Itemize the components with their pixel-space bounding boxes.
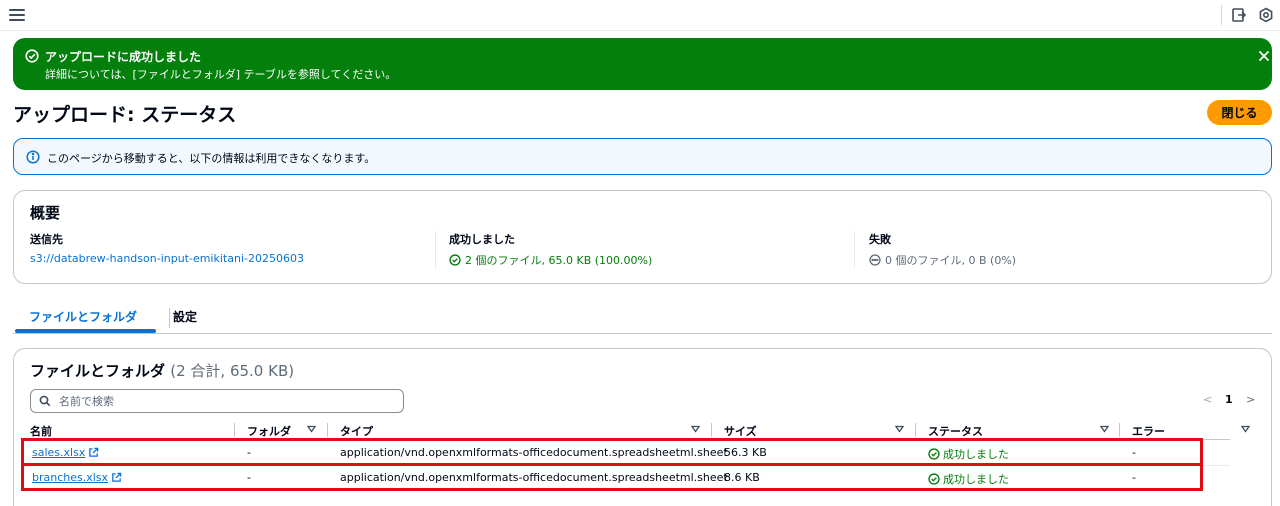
pending-circle-icon [869,254,881,266]
external-link-icon[interactable] [111,472,122,483]
type-cell: application/vnd.openxmlformats-officedoc… [340,446,728,459]
file-link[interactable]: branches.xlsx [32,471,108,484]
succeeded-value: 2 個のファイル, 65.0 KB (100.00%) [465,254,653,267]
status-text: 成功しました [943,448,1009,461]
file-name-cell: sales.xlsx [32,446,99,459]
table-row: branches.xlsx - application/vnd.openxmlf… [21,463,1203,491]
summary-panel: 概要 送信先 s3://databrew-handson-input-emiki… [13,190,1272,284]
check-circle-icon [449,254,461,266]
column-header-name[interactable]: 名前 [30,423,52,439]
close-icon[interactable] [1257,49,1271,63]
column-header-status[interactable]: ステータス [928,423,983,439]
sort-caret-icon[interactable] [1100,425,1109,433]
destination-column: 送信先 s3://databrew-handson-input-emikitan… [30,231,304,265]
sort-caret-icon[interactable] [307,425,316,433]
column-header-error[interactable]: エラー [1132,423,1165,439]
page-title: アップロード: ステータス [13,104,237,126]
destination-label: 送信先 [30,233,63,246]
files-heading-text: ファイルとフォルダ [30,362,166,380]
column-header-type[interactable]: タイプ [340,423,373,439]
search-icon [39,395,51,407]
size-cell: 56.3 KB [724,446,767,459]
topbar-separator [1221,5,1222,25]
files-table-panel: ファイルとフォルダ (2 合計, 65.0 KB) < 1 > 名前 フォルダ … [13,348,1272,506]
check-circle-icon [25,49,39,63]
column-separator [327,423,328,437]
failed-column: 失敗 0 個のファイル, 0 B (0%) [869,231,1016,268]
check-circle-icon [928,473,940,485]
info-message: このページから移動すると、以下の情報は利用できなくなります。 [47,152,376,165]
flash-message: 詳細については、[ファイルとフォルダ] テーブルを参照してください。 [45,68,397,81]
column-header-size[interactable]: サイズ [724,423,757,439]
sort-caret-icon[interactable] [1241,425,1250,433]
column-separator [915,423,916,437]
summary-divider [435,231,436,269]
type-cell: application/vnd.openxmlformats-officedoc… [340,471,728,484]
status-cell: 成功しました [928,471,1009,487]
prev-page-button[interactable]: < [1203,393,1212,406]
active-tab-indicator [15,329,156,333]
error-cell: - [1132,446,1136,459]
column-separator [711,423,712,437]
flash-title: アップロードに成功しました [45,50,202,64]
succeeded-column: 成功しました 2 個のファイル, 65.0 KB (100.00%) [449,231,652,268]
folder-cell: - [247,471,251,484]
failed-label: 失敗 [869,233,891,246]
tab-files-and-folders[interactable]: ファイルとフォルダ [29,308,137,325]
column-header-folder[interactable]: フォルダ [247,423,291,439]
tab-settings[interactable]: 設定 [173,308,197,325]
search-input[interactable] [59,392,394,410]
hamburger-icon[interactable] [9,6,25,24]
settings-icon[interactable] [1258,7,1274,23]
check-circle-icon [928,448,940,460]
file-link[interactable]: sales.xlsx [32,446,85,459]
file-name-cell: branches.xlsx [32,471,122,484]
success-flash: アップロードに成功しました 詳細については、[ファイルとフォルダ] テーブルを参… [13,38,1272,90]
sort-caret-icon[interactable] [691,425,700,433]
summary-divider [854,231,855,269]
search-box [30,389,404,413]
external-link-icon[interactable] [88,447,99,458]
succeeded-label: 成功しました [449,233,515,246]
files-count: (2 合計, 65.0 KB) [170,362,295,380]
folder-cell: - [247,446,251,459]
info-icon [26,150,40,164]
column-separator [1119,423,1120,437]
destination-link[interactable]: s3://databrew-handson-input-emikitani-20… [30,252,304,265]
failed-value: 0 個のファイル, 0 B (0%) [885,254,1017,267]
exit-panel-icon[interactable] [1231,7,1247,23]
error-cell: - [1132,471,1136,484]
info-alert: このページから移動すると、以下の情報は利用できなくなります。 [13,138,1272,175]
next-page-button[interactable]: > [1246,393,1255,406]
table-row: sales.xlsx - application/vnd.openxmlform… [21,438,1203,466]
files-heading: ファイルとフォルダ (2 合計, 65.0 KB) [30,360,294,381]
close-button[interactable]: 閉じる [1207,100,1272,125]
size-cell: 8.6 KB [724,471,760,484]
top-bar [0,0,1280,31]
sort-caret-icon[interactable] [895,425,904,433]
column-separator [234,423,235,437]
summary-heading: 概要 [30,204,61,222]
tab-bar: ファイルとフォルダ 設定 [13,300,1272,334]
status-text: 成功しました [943,473,1009,486]
status-cell: 成功しました [928,446,1009,462]
page-number-1[interactable]: 1 [1225,393,1233,406]
tab-separator [169,308,170,328]
